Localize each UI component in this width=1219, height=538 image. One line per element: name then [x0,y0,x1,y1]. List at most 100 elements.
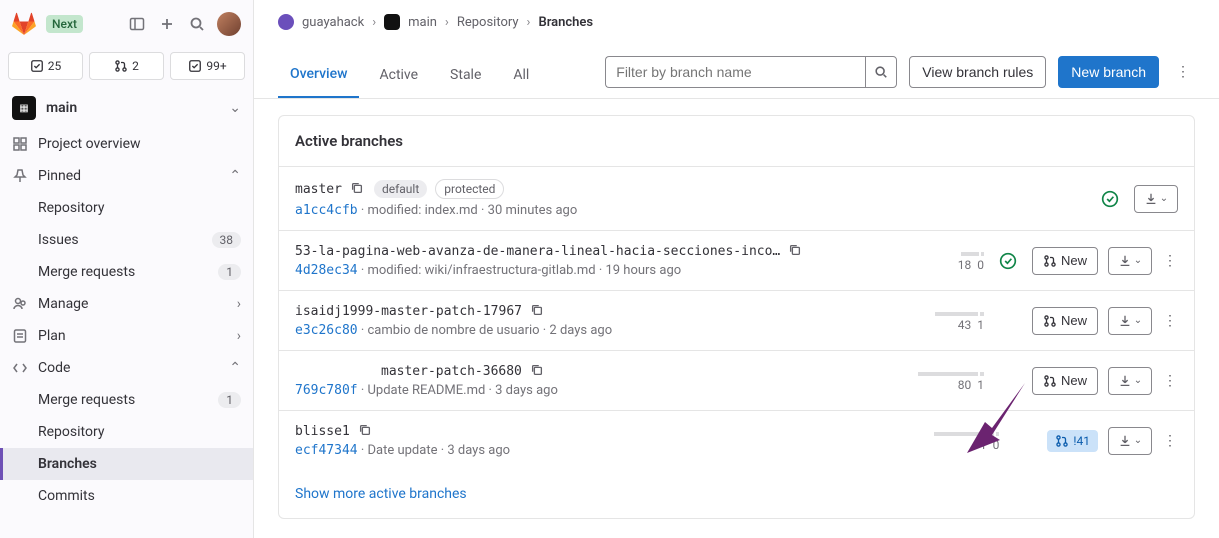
branch-actions: !41 ⌄ ⋮ [1047,427,1178,455]
tab-all[interactable]: All [501,57,541,97]
pipeline-status-icon[interactable] [1098,190,1122,208]
commit-time: 3 days ago [495,383,558,398]
copy-icon[interactable] [358,423,374,439]
branch-more-icon[interactable]: ⋮ [1162,373,1178,389]
branch-filter-search-button[interactable] [865,56,897,88]
nav-code-merge-requests[interactable]: Merge requests1 [0,384,253,416]
nav-code-commits[interactable]: Commits [0,480,253,512]
stat-row: 25 2 99+ [0,48,253,88]
branch-name[interactable]: blisse1 [295,424,350,439]
new-mr-button[interactable]: New [1032,307,1098,335]
branch-graph: 431 [884,310,984,332]
branch-actions: New ⌄ ⋮ [1032,367,1178,395]
branch-actions: New ⌄ ⋮ [1032,247,1178,275]
user-avatar[interactable] [217,12,241,36]
branch-graph: 180 [884,250,984,272]
nav-code-branches[interactable]: Branches [0,448,253,480]
commit-time: 3 days ago [447,443,510,458]
view-branch-rules-button[interactable]: View branch rules [909,56,1046,88]
chevron-right-icon: › [237,296,241,312]
branch-row: 53-la-pagina-web-avanza-de-manera-lineal… [279,230,1194,290]
new-mr-button[interactable]: New [1032,247,1098,275]
nav-plan[interactable]: Plan › [0,320,253,352]
tab-overview[interactable]: Overview [278,56,359,98]
copy-icon[interactable] [788,243,804,259]
branch-row: master-patch-36680 769c780f · Update REA… [279,350,1194,410]
active-branches-panel: Active branches master defaultprotected … [278,115,1195,519]
commit-sha-link[interactable]: 769c780f [295,383,358,398]
copy-icon[interactable] [350,181,366,197]
more-actions-icon[interactable]: ⋮ [1171,64,1195,80]
todos-stat[interactable]: 25 [8,52,83,80]
breadcrumb-project[interactable]: main [408,15,437,30]
branch-name[interactable]: master-patch-36680 [381,364,522,379]
tab-active[interactable]: Active [367,57,430,97]
nav-code[interactable]: Code ⌃ [0,352,253,384]
branch-more-icon[interactable]: ⋮ [1162,253,1178,269]
next-badge: Next [46,15,83,33]
nav-project-overview[interactable]: Project overview [0,128,253,160]
branch-name[interactable]: master [295,182,342,197]
chevron-down-icon: ⌄ [229,100,241,116]
branch-badge: protected [435,179,504,199]
nav-code-repository[interactable]: Repository [0,416,253,448]
commit-message: Date update [367,443,437,458]
branch-badge: default [374,180,427,198]
breadcrumb-group[interactable]: guayahack [302,15,364,30]
pipeline-status-icon[interactable] [996,252,1020,270]
nav-pinned[interactable]: Pinned ⌃ [0,160,253,192]
nav-pin-merge-requests[interactable]: Merge requests1 [0,256,253,288]
show-more-link[interactable]: Show more active branches [295,486,467,502]
tab-stale[interactable]: Stale [438,57,493,97]
commit-message: modified: wiki/infraestructura-gitlab.md [367,263,595,278]
copy-icon[interactable] [530,303,546,319]
sidebar-toggle-icon[interactable] [127,14,147,34]
plus-icon[interactable] [157,14,177,34]
commit-sha-link[interactable]: ecf47344 [295,443,358,458]
project-avatar-icon: ▦ [12,96,36,120]
commit-sha-link[interactable]: 4d28ec34 [295,263,358,278]
nav-list: Project overview Pinned ⌃ Repository Iss… [0,128,253,538]
branch-actions: New ⌄ ⋮ [1032,307,1178,335]
branch-filter-input[interactable] [605,56,865,88]
chevron-up-icon: ⌃ [229,168,241,184]
issues-stat[interactable]: 99+ [170,52,245,80]
top-bar: Next [0,0,253,48]
download-button[interactable]: ⌄ [1134,185,1178,213]
nav-pin-issues[interactable]: Issues38 [0,224,253,256]
branch-name[interactable]: isaidj1999-master-patch-17967 [295,304,522,319]
copy-icon[interactable] [530,363,546,379]
overview-icon [12,136,28,152]
search-icon[interactable] [187,14,207,34]
commit-time: 30 minutes ago [488,203,578,218]
new-branch-button[interactable]: New branch [1058,56,1159,88]
panel-title: Active branches [279,116,1194,166]
commit-message: modified: index.md [367,203,477,218]
main-content: guayahack › main › Repository › Branches… [254,0,1219,538]
nav-pin-repository[interactable]: Repository [0,192,253,224]
branch-name[interactable]: 53-la-pagina-web-avanza-de-manera-lineal… [295,244,780,259]
plan-icon [12,328,28,344]
commit-time: 2 days ago [549,323,612,338]
branch-row: isaidj1999-master-patch-17967 e3c26c80 ·… [279,290,1194,350]
download-button[interactable]: ⌄ [1108,307,1152,335]
branch-more-icon[interactable]: ⋮ [1162,313,1178,329]
new-mr-button[interactable]: New [1032,367,1098,395]
mrs-stat[interactable]: 2 [89,52,164,80]
subnav: Overview Active Stale All View branch ru… [254,44,1219,99]
download-button[interactable]: ⌄ [1108,247,1152,275]
commit-time: 19 hours ago [605,263,681,278]
download-button[interactable]: ⌄ [1108,427,1152,455]
mr-link[interactable]: !41 [1047,430,1098,452]
breadcrumb-repository[interactable]: Repository [457,15,519,30]
download-button[interactable]: ⌄ [1108,367,1152,395]
nav-manage[interactable]: Manage › [0,288,253,320]
chevron-up-icon: ⌃ [229,360,241,376]
commit-sha-link[interactable]: e3c26c80 [295,323,358,338]
branch-more-icon[interactable]: ⋮ [1162,433,1178,449]
group-avatar-icon [278,14,294,30]
commit-sha-link[interactable]: a1cc4cfb [295,203,358,218]
gitlab-logo-icon[interactable] [12,12,36,36]
branch-actions: ⌄ [1134,185,1178,213]
project-selector[interactable]: ▦ main ⌄ [0,88,253,128]
